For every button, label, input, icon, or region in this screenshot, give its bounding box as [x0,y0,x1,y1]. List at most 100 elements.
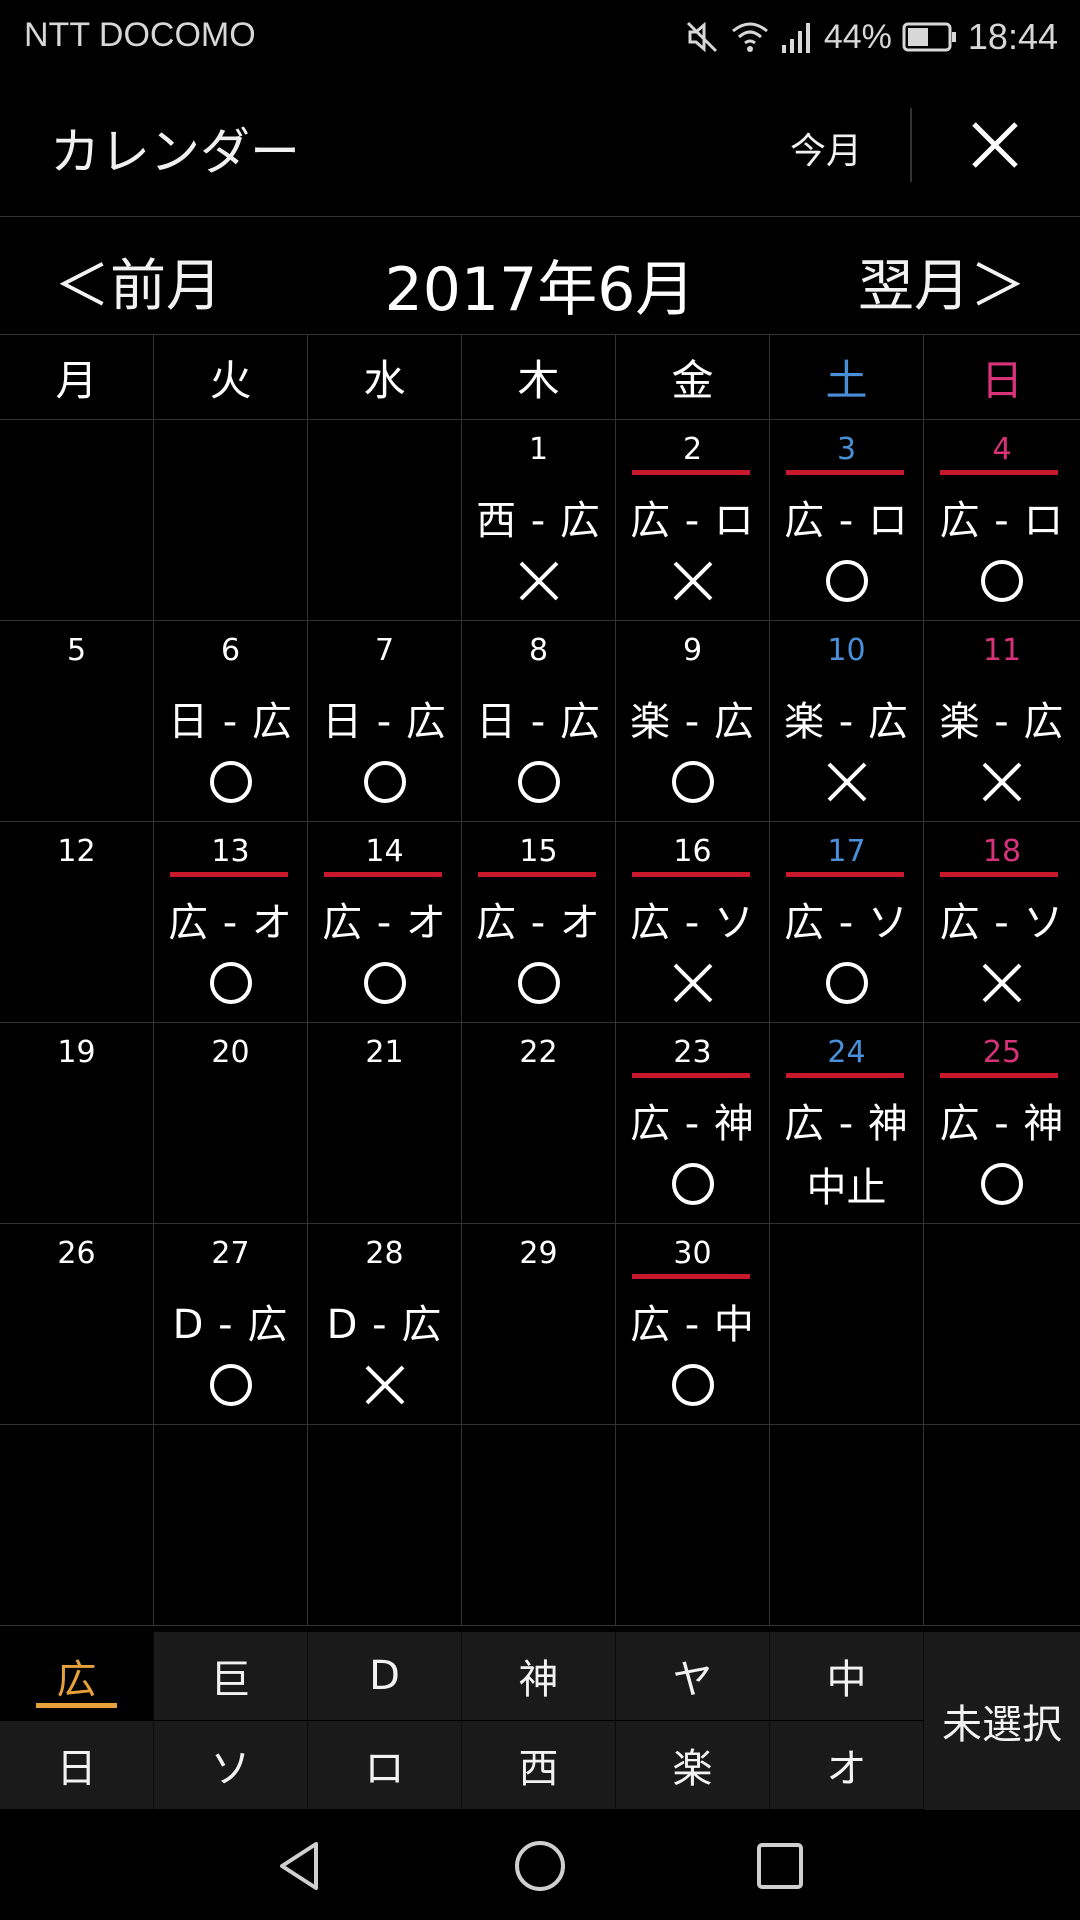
team-button[interactable]: D [308,1632,462,1720]
calendar-day-cell [0,420,154,620]
calendar-day-cell[interactable]: 9 楽 - 広 [616,621,770,821]
match-label: 広 - オ [168,900,293,946]
calendar-week [0,1425,1080,1626]
this-month-button[interactable]: 今月 [790,122,862,174]
recents-icon[interactable] [752,1838,808,1894]
match-label: 楽 - 広 [939,699,1065,745]
calendar-day-cell[interactable]: 20 [154,1023,308,1223]
calendar-day-cell [154,420,308,620]
win-mark [924,554,1080,608]
calendar-day-cell[interactable]: 29 [462,1224,616,1424]
day-number: 24 [827,1035,866,1070]
match-label: 広 - ソ [630,900,755,946]
calendar-day-cell[interactable]: 11 楽 - 広 [924,621,1080,821]
calendar-day-cell[interactable]: 5 [0,621,154,821]
team-button[interactable]: ヤ [616,1632,770,1720]
calendar-day-cell[interactable]: 15 広 - オ [462,822,616,1022]
calendar-day-cell[interactable]: 16 広 - ソ [616,822,770,1022]
day-number: 14 [365,834,404,869]
win-mark [308,956,461,1010]
team-button[interactable]: オ [770,1721,924,1809]
weekday-tue: 火 [154,335,308,419]
team-button[interactable]: ロ [308,1721,462,1809]
team-button[interactable]: 日 [0,1721,154,1809]
team-button[interactable]: 巨 [154,1632,308,1720]
calendar-day-cell[interactable]: 24 広 - 神中止 [770,1023,924,1223]
team-button[interactable]: 西 [462,1721,616,1809]
calendar-grid: 1 西 - 広 2 広 - ロ 3 広 - ロ 4 広 - ロ 5 6 日 - 広 7 日 - 広 8 日 … [0,420,1080,1626]
match-label: 楽 - 広 [784,699,909,745]
home-icon[interactable] [512,1838,568,1894]
calendar-day-cell[interactable]: 25 広 - 神 [924,1023,1080,1223]
calendar-day-cell[interactable]: 28 D - 広 [308,1224,462,1424]
win-circle-icon [517,962,560,1004]
win-mark [616,755,769,809]
unselected-button[interactable]: 未選択 [924,1632,1080,1810]
calendar-day-cell [154,1425,308,1625]
calendar-day-cell[interactable]: 21 [308,1023,462,1223]
day-number: 16 [673,834,712,869]
calendar-day-cell[interactable]: 2 広 - ロ [616,420,770,620]
loss-cross-icon [673,963,712,1003]
win-circle-icon [209,1364,252,1406]
loss-cross-icon [519,561,558,601]
calendar-day-cell[interactable]: 22 [462,1023,616,1223]
calendar-day-cell [308,1425,462,1625]
day-number: 4 [992,432,1012,467]
close-icon [972,122,1018,168]
match-label: D - 広 [326,1302,443,1348]
match-label: 広 - 中 [630,1302,755,1348]
next-month-button[interactable]: 翌月＞ [858,241,1026,322]
calendar-day-cell[interactable]: 17 広 - ソ [770,822,924,1022]
calendar-day-cell[interactable]: 7 日 - 広 [308,621,462,821]
calendar-day-cell[interactable]: 1 西 - 広 [462,420,616,620]
back-icon[interactable] [272,1838,328,1894]
day-number: 12 [57,834,96,869]
calendar-day-cell[interactable]: 3 広 - ロ [770,420,924,620]
calendar-week: 19 20 21 22 23 広 - 神 24 広 - 神中止 25 広 - 神 [0,1023,1080,1224]
system-nav-bar [0,1812,1080,1920]
calendar-day-cell[interactable]: 30 広 - 中 [616,1224,770,1424]
win-circle-icon [825,560,868,602]
calendar-day-cell[interactable]: 6 日 - 広 [154,621,308,821]
day-number: 29 [519,1236,558,1271]
calendar-day-cell[interactable]: 27 D - 広 [154,1224,308,1424]
calendar-day-cell [770,1425,924,1625]
loss-cross-icon [982,963,1022,1003]
day-number: 26 [57,1236,96,1271]
team-button[interactable]: 神 [462,1632,616,1720]
month-navigation: ＜前月 2017年6月 翌月＞ [0,217,1080,335]
loss-cross-icon [365,1365,404,1405]
win-mark [770,956,923,1010]
calendar-day-cell[interactable]: 19 [0,1023,154,1223]
close-button[interactable] [960,110,1030,180]
calendar-day-cell[interactable]: 18 広 - ソ [924,822,1080,1022]
team-button[interactable]: 中 [770,1632,924,1720]
win-circle-icon [825,962,868,1004]
win-mark [924,1157,1080,1211]
calendar-day-cell[interactable]: 4 広 - ロ [924,420,1080,620]
team-button[interactable]: 楽 [616,1721,770,1809]
day-number: 20 [211,1035,250,1070]
home-game-underline [170,872,288,877]
calendar-day-cell[interactable]: 8 日 - 広 [462,621,616,821]
win-mark [154,956,307,1010]
match-label: 広 - 神 [630,1101,755,1147]
team-button[interactable]: ソ [154,1721,308,1809]
home-game-underline [324,872,442,877]
team-button[interactable]: 広 [0,1632,154,1720]
day-number: 13 [211,834,250,869]
calendar-day-cell[interactable]: 10 楽 - 広 [770,621,924,821]
calendar-day-cell[interactable]: 26 [0,1224,154,1424]
calendar-day-cell[interactable]: 13 広 - オ [154,822,308,1022]
calendar-day-cell[interactable]: 23 広 - 神 [616,1023,770,1223]
calendar-day-cell [308,420,462,620]
weekday-sun: 日 [980,355,1023,405]
match-label: 広 - オ [476,900,601,946]
calendar-day-cell[interactable]: 14 広 - オ [308,822,462,1022]
home-game-underline [786,872,904,877]
calendar-day-cell[interactable]: 12 [0,822,154,1022]
day-number: 17 [827,834,866,869]
win-mark [770,554,923,608]
home-game-underline [786,470,904,475]
